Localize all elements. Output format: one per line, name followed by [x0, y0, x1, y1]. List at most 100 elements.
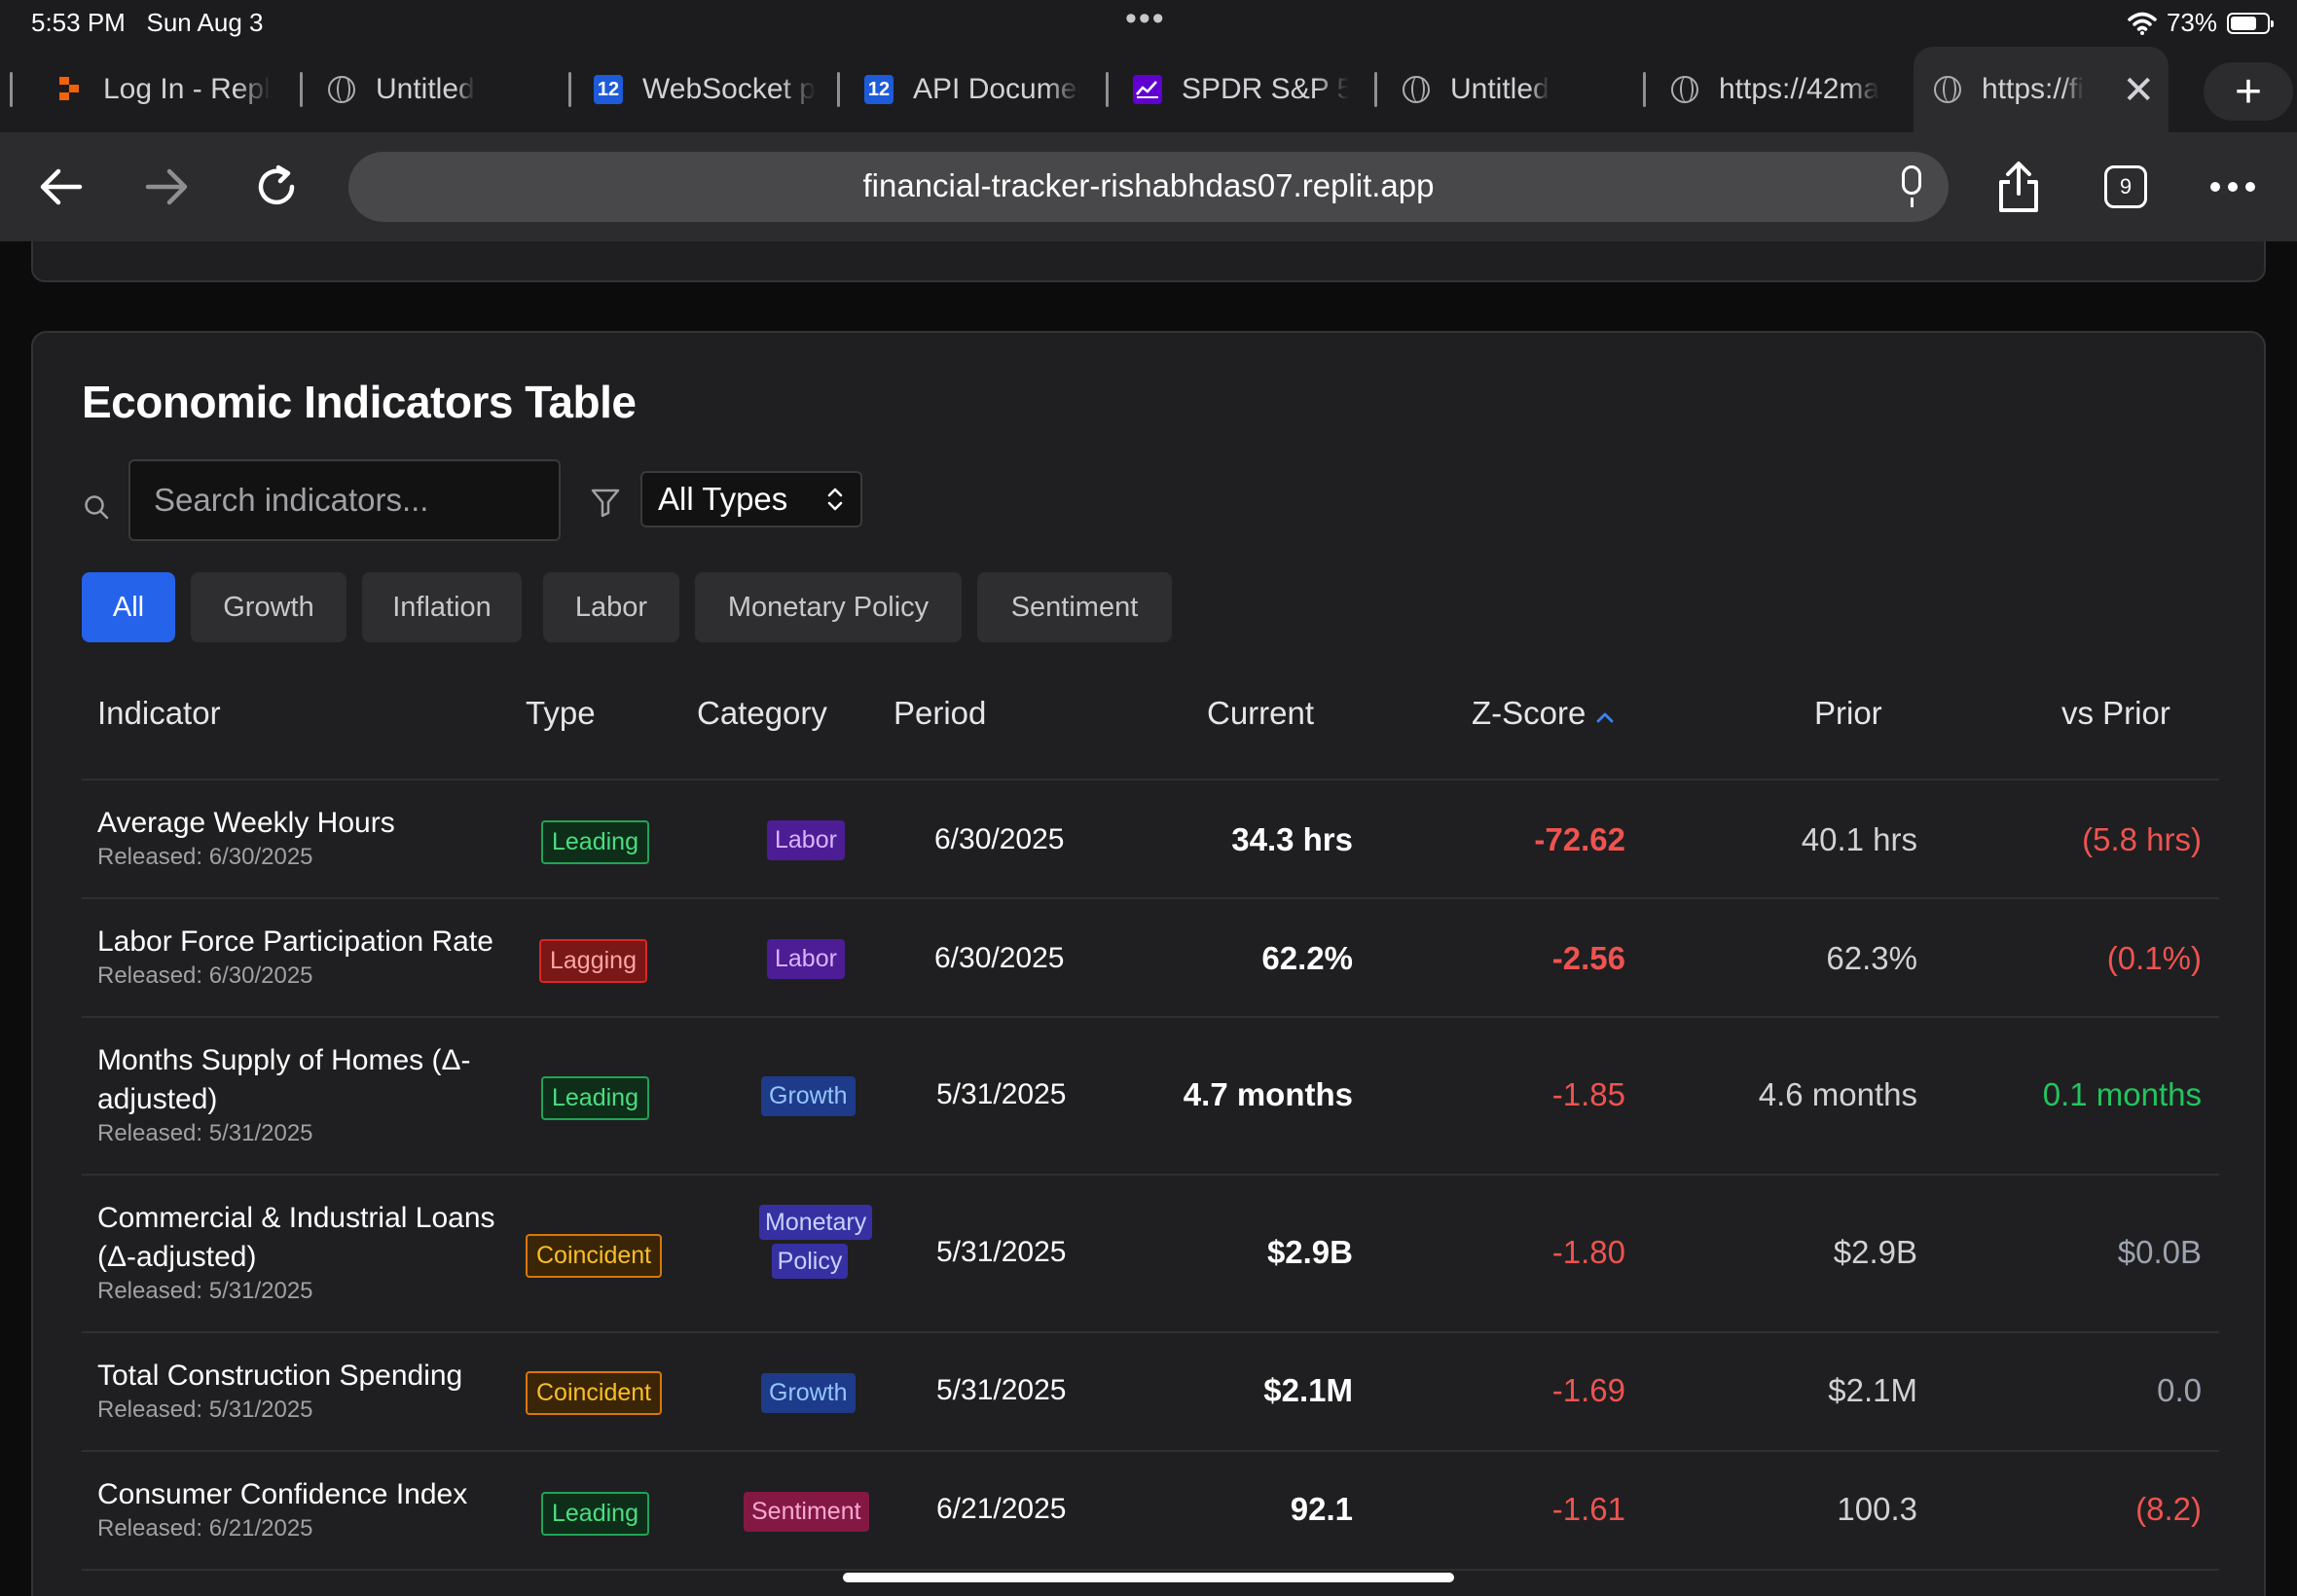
tab-untitled-1[interactable]: Untitled — [327, 47, 561, 132]
zscore-value: -1.85 — [1551, 1076, 1625, 1112]
indicator-cell: Months Supply of Homes (Δ-adjusted) Rele… — [97, 1041, 487, 1148]
microphone-icon[interactable] — [1902, 165, 1921, 207]
share-icon — [1999, 162, 2038, 212]
more-button[interactable] — [2198, 152, 2268, 222]
current-value: 34.3 hrs — [1231, 821, 1353, 857]
replit-logo-icon — [55, 75, 84, 104]
released-date: Released: 5/31/2025 — [97, 1278, 313, 1304]
zscore-value: -72.62 — [1534, 821, 1625, 857]
status-right: 73% — [2128, 8, 2274, 38]
period: 5/31/2025 — [936, 1078, 1067, 1110]
vs-prior-value: (5.8 hrs) — [2082, 821, 2202, 857]
vs-prior-value: 0.1 months — [2042, 1076, 2202, 1112]
back-button[interactable] — [25, 152, 95, 222]
tab-title: WebSocket parameters — [642, 73, 816, 105]
filter-icon — [591, 489, 620, 518]
tab-separator — [1643, 72, 1646, 107]
tab-separator — [568, 72, 571, 107]
battery-icon — [2227, 12, 2274, 34]
released-date: Released: 6/21/2025 — [97, 1515, 313, 1542]
pill-sentiment[interactable]: Sentiment — [977, 572, 1172, 642]
zscore-value: -1.61 — [1551, 1491, 1625, 1527]
type-select[interactable]: All Types — [640, 471, 862, 527]
tab-untitled-2[interactable]: Untitled — [1402, 47, 1618, 132]
indicator-cell: Labor Force Participation Rate Released:… — [97, 923, 506, 991]
close-tab-icon[interactable]: ✕ — [2122, 68, 2155, 113]
multitasking-dots[interactable]: ••• — [1125, 0, 1166, 38]
battery-level — [2231, 16, 2257, 30]
zscore-value: -1.80 — [1551, 1234, 1625, 1270]
type-badge: Leading — [541, 1076, 649, 1120]
pill-monetary-policy[interactable]: Monetary Policy — [695, 572, 962, 642]
tab-active[interactable]: https://fi ✕ — [1914, 47, 2169, 132]
pill-labor[interactable]: Labor — [543, 572, 679, 642]
tab-bar: Log In - Replit Untitled 12 WebSocket pa… — [0, 47, 2297, 132]
tab-count-icon: 9 — [2104, 165, 2147, 208]
search-input[interactable] — [128, 459, 561, 541]
indicator-cell: Commercial & Industrial Loans (Δ-adjuste… — [97, 1199, 506, 1306]
plus-icon: + — [2234, 65, 2263, 118]
header-vs-prior[interactable]: vs Prior — [2061, 695, 2170, 732]
prior-value: 4.6 months — [1758, 1076, 1917, 1112]
search-icon — [85, 495, 109, 520]
header-type[interactable]: Type — [526, 695, 596, 732]
row-divider — [82, 1569, 2219, 1571]
tab-42ma[interactable]: https://42ma — [1670, 47, 1886, 132]
table-row[interactable]: Months Supply of Homes (Δ-adjusted) Rele… — [82, 1018, 2219, 1174]
app-12-icon: 12 — [864, 75, 893, 104]
tab-replit-login[interactable]: Log In - Replit — [55, 47, 271, 132]
app-12-icon: 12 — [594, 75, 623, 104]
card-title: Economic Indicators Table — [82, 377, 637, 427]
table-row[interactable]: Consumer Confidence Index Released: 6/21… — [82, 1452, 2219, 1569]
header-zscore-label: Z-Score — [1472, 695, 1586, 731]
vs-prior-value: 0.0 — [2157, 1372, 2202, 1408]
header-zscore[interactable]: Z-Score — [1472, 695, 1615, 732]
tab-spdr[interactable]: SPDR S&P 500 — [1133, 47, 1349, 132]
forward-button[interactable] — [132, 152, 202, 222]
pill-all[interactable]: All — [82, 572, 175, 642]
indicator-name: Commercial & Industrial Loans (Δ-adjuste… — [97, 1202, 495, 1273]
table-row[interactable]: Labor Force Participation Rate Released:… — [82, 899, 2219, 1016]
sort-ascending-icon — [1596, 712, 1613, 723]
category-badge: Labor — [767, 939, 845, 979]
category-badge: Labor — [767, 820, 845, 860]
more-icon — [2210, 182, 2255, 192]
tab-title: SPDR S&P 500 — [1182, 73, 1349, 105]
type-badge: Leading — [541, 1492, 649, 1536]
pill-growth[interactable]: Growth — [191, 572, 346, 642]
globe-icon — [1670, 75, 1699, 104]
indicator-name: Months Supply of Homes (Δ-adjusted) — [97, 1044, 471, 1115]
released-date: Released: 6/30/2025 — [97, 844, 313, 870]
tab-api-docs[interactable]: 12 API Documentation — [864, 47, 1080, 132]
header-prior[interactable]: Prior — [1814, 695, 1882, 732]
previous-card — [31, 241, 2266, 282]
header-indicator[interactable]: Indicator — [97, 695, 221, 732]
header-category[interactable]: Category — [697, 695, 827, 732]
new-tab-button[interactable]: + — [2204, 62, 2293, 121]
tab-websocket[interactable]: 12 WebSocket parameters — [594, 47, 816, 132]
table-row[interactable]: Commercial & Industrial Loans (Δ-adjuste… — [82, 1176, 2219, 1331]
period: 6/30/2025 — [934, 823, 1065, 855]
type-badge: Leading — [541, 820, 649, 864]
wifi-icon — [2128, 12, 2157, 35]
reload-button[interactable] — [241, 152, 311, 222]
forward-arrow-icon — [145, 168, 188, 205]
header-period[interactable]: Period — [893, 695, 986, 732]
prior-value: 40.1 hrs — [1801, 821, 1917, 857]
tab-title: https://42ma — [1719, 73, 1880, 105]
address-bar[interactable]: financial-tracker-rishabhdas07.replit.ap… — [348, 152, 1949, 222]
chevron-up-down-icon — [827, 488, 843, 511]
table-row[interactable]: Total Construction Spending Released: 5/… — [82, 1333, 2219, 1450]
tabs-overview-button[interactable]: 9 — [2091, 152, 2161, 222]
tab-separator — [10, 72, 13, 107]
header-current[interactable]: Current — [1207, 695, 1314, 732]
share-button[interactable] — [1984, 152, 2054, 222]
tab-title: API Documentation — [913, 73, 1080, 105]
indicator-name: Average Weekly Hours — [97, 807, 395, 839]
type-badge: Coincident — [526, 1371, 663, 1415]
category-badge: Growth — [761, 1076, 856, 1116]
pill-inflation[interactable]: Inflation — [362, 572, 522, 642]
indicator-cell: Consumer Confidence Index Released: 6/21… — [97, 1475, 506, 1543]
indicator-name: Total Construction Spending — [97, 1360, 463, 1392]
table-row[interactable]: Average Weekly Hours Released: 6/30/2025… — [82, 780, 2219, 897]
